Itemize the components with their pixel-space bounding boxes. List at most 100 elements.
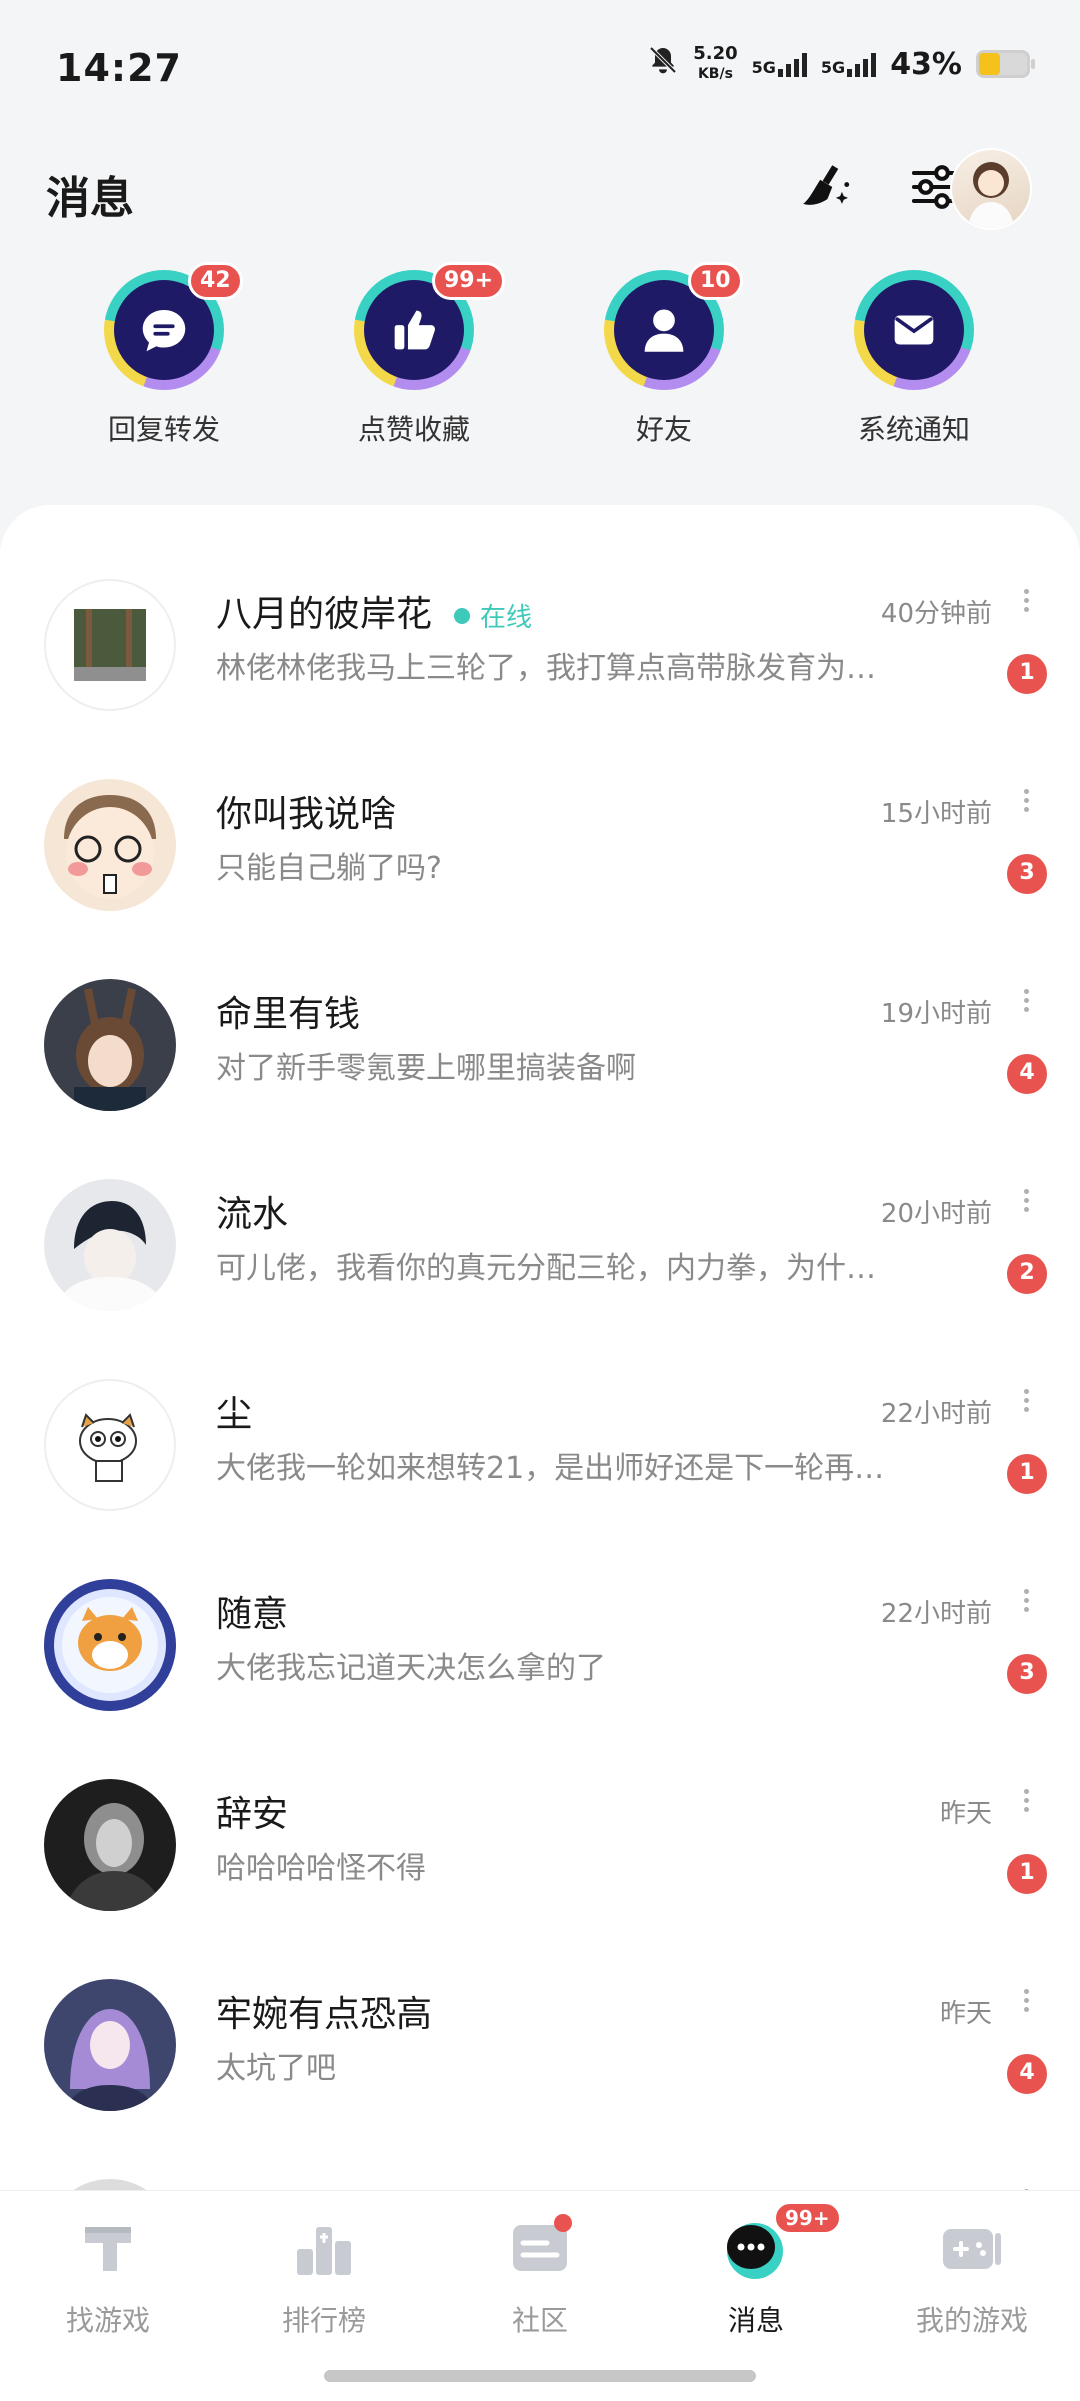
conversation-row[interactable]: 随意 22小时前 大佬我忘记道天决怎么拿的了 3 <box>0 1535 1080 1735</box>
conversation-avatar <box>44 1579 176 1711</box>
unread-count-badge: 2 <box>1004 1251 1050 1297</box>
conversation-avatar <box>44 2179 176 2190</box>
conversation-preview: 林佬林佬我马上三轮了，我打算点高带脉发育为… <box>216 651 876 686</box>
conversation-time: 昨天 <box>939 1799 992 1829</box>
more-options-icon[interactable] <box>1016 1985 1036 2016</box>
chat-bubble-icon <box>142 310 186 352</box>
category-system-notice[interactable]: 系统通知 <box>814 270 1014 448</box>
conversation-row[interactable]: 流水 20小时前 可儿佬，我看你的真元分配三轮，内力拳，为什… 2 <box>0 1135 1080 1335</box>
home-indicator[interactable] <box>324 2370 756 2382</box>
battery-percent: 43% <box>890 46 962 82</box>
category-badge: 10 <box>688 262 743 300</box>
conversation-time: 22小时前 <box>880 1599 992 1629</box>
category-reply-forward[interactable]: 42 回复转发 <box>64 262 264 448</box>
community-unread-dot <box>554 2214 572 2232</box>
unread-count-badge: 3 <box>1004 1651 1050 1697</box>
category-likes-favorites[interactable]: 99+ 点赞收藏 <box>314 262 514 448</box>
conversation-row[interactable]: 八月的彼岸花 在线 40分钟前 林佬林佬我马上三轮了，我打算点高带脉发育为… 1 <box>0 535 1080 735</box>
battery-icon <box>976 50 1035 78</box>
conversation-name: 随意 <box>216 1594 289 1635</box>
nav-label: 消息 <box>727 2304 784 2337</box>
conversation-preview: 大佬我一轮如来想转21，是出师好还是下一轮再… <box>216 1451 885 1486</box>
conversation-preview: 对了新手零氪要上哪里搞装备啊 <box>216 1051 636 1086</box>
conversation-time: 22小时前 <box>880 1399 992 1429</box>
bell-muted-icon <box>647 44 679 84</box>
conversation-row[interactable]: 辞安 昨天 哈哈哈哈怪不得 1 <box>0 1735 1080 1935</box>
ranking-icon <box>289 2213 359 2283</box>
more-options-icon[interactable] <box>1016 585 1036 616</box>
unread-count-badge: 4 <box>1004 2051 1050 2097</box>
signal-bars-icon <box>847 51 877 77</box>
more-options-icon[interactable] <box>1016 1385 1036 1416</box>
nav-item-community[interactable]: 社区 <box>432 2213 648 2339</box>
category-label: 点赞收藏 <box>357 413 470 446</box>
avatar-image <box>968 162 1014 228</box>
conversation-row[interactable]: 黑海 昨天 <box>0 2135 1080 2190</box>
category-label: 系统通知 <box>857 413 970 446</box>
my-games-icon <box>937 2213 1007 2283</box>
signal-1-label: 5G <box>751 58 776 77</box>
signal-2: 5G <box>821 51 877 77</box>
nav-item-find-game[interactable]: 找游戏 <box>0 2213 216 2339</box>
page-title: 消息 <box>46 173 134 224</box>
signal-bars-icon <box>777 51 807 77</box>
category-friends[interactable]: 10 好友 <box>564 262 764 448</box>
conversation-time: 15小时前 <box>880 799 992 829</box>
net-speed-value: 5.20 <box>693 43 738 64</box>
conversation-name: 命里有钱 <box>216 994 361 1035</box>
conversation-name: 尘 <box>216 1394 253 1435</box>
envelope-icon <box>894 315 934 345</box>
conversation-time: 40分钟前 <box>880 599 992 629</box>
battery-fill <box>979 53 1000 75</box>
category-badge: 42 <box>188 262 243 300</box>
find-game-icon <box>73 2213 143 2283</box>
status-icons: 5.20 KB/s 5G 5G 43% <box>647 44 1035 84</box>
online-status: 在线 <box>454 597 532 634</box>
more-options-icon[interactable] <box>1016 1785 1036 1816</box>
conversation-preview: 可儿佬，我看你的真元分配三轮，内力拳，为什… <box>216 1251 876 1286</box>
message-list: 八月的彼岸花 在线 40分钟前 林佬林佬我马上三轮了，我打算点高带脉发育为… 1… <box>0 505 1080 2190</box>
nav-item-my-games[interactable]: 我的游戏 <box>864 2213 1080 2339</box>
conversation-avatar <box>44 1779 176 1911</box>
clear-unread-button[interactable] <box>790 152 860 222</box>
conversation-preview: 大佬我忘记道天决怎么拿的了 <box>216 1651 606 1686</box>
more-options-icon[interactable] <box>1016 985 1036 1016</box>
conversation-row[interactable]: 牢婉有点恐高 昨天 太坑了吧 4 <box>0 1935 1080 2135</box>
nav-item-message[interactable]: 99+ 消息 <box>648 2201 864 2339</box>
conversation-row[interactable]: 尘 22小时前 大佬我一轮如来想转21，是出师好还是下一轮再… 1 <box>0 1335 1080 1535</box>
category-icon-ring: 99+ <box>354 262 506 390</box>
unread-count-badge: 3 <box>1004 851 1050 897</box>
conversation-preview: 太坑了吧 <box>216 2051 336 2086</box>
conversation-preview: 只能自己躺了吗? <box>216 851 442 886</box>
nav-label: 社区 <box>511 2304 568 2337</box>
conversation-name: 辞安 <box>216 1794 289 1835</box>
signal-1: 5G <box>752 51 807 77</box>
unread-count-badge: 1 <box>1004 1451 1050 1497</box>
category-label: 回复转发 <box>107 413 220 446</box>
more-options-icon[interactable] <box>1016 1585 1036 1616</box>
category-icon-ring <box>854 270 974 390</box>
conversation-row[interactable]: 命里有钱 19小时前 对了新手零氪要上哪里搞装备啊 4 <box>0 935 1080 1135</box>
conversation-name: 牢婉有点恐高 <box>216 1994 433 2035</box>
conversation-row[interactable]: 你叫我说啥 15小时前 只能自己躺了吗? 3 <box>0 735 1080 935</box>
conversation-avatar <box>44 979 176 1111</box>
person-icon <box>644 309 684 352</box>
conversation-name: 流水 <box>216 1194 289 1235</box>
nav-message-badge: 99+ <box>773 2201 842 2235</box>
user-avatar[interactable] <box>950 148 1032 230</box>
conversation-name: 八月的彼岸花 <box>216 594 433 635</box>
unread-count-badge: 4 <box>1004 1051 1050 1097</box>
nav-label: 排行榜 <box>281 2304 366 2337</box>
nav-label: 找游戏 <box>65 2304 150 2337</box>
message-icon: 99+ <box>721 2201 842 2283</box>
more-options-icon[interactable] <box>1016 785 1036 816</box>
category-icon-ring: 42 <box>104 262 243 390</box>
nav-item-ranking[interactable]: 排行榜 <box>216 2213 432 2339</box>
status-bar: 14:27 5.20 KB/s 5G 5G 43% <box>0 0 1080 140</box>
more-options-icon[interactable] <box>1016 1185 1036 1216</box>
conversation-avatar <box>44 1179 176 1311</box>
broom-icon <box>803 165 850 205</box>
net-speed: 5.20 KB/s <box>693 44 737 84</box>
page-header: 消息 <box>0 140 1080 250</box>
net-speed-unit: KB/s <box>697 66 733 82</box>
